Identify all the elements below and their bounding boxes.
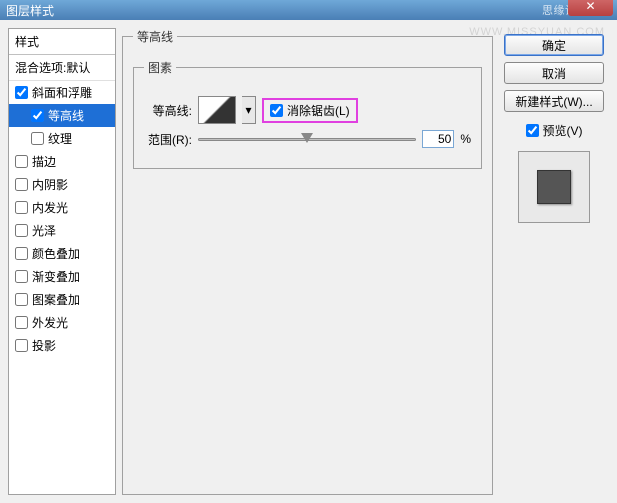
dialog-body: 样式 混合选项:默认 斜面和浮雕等高线纹理描边内阴影内发光光泽颜色叠加渐变叠加图… [0, 20, 617, 503]
settings-panel: 等高线 图素 等高线: ▾ 消除锯齿(L) 范围(R): [122, 28, 493, 495]
layer-style-dialog: 图层样式 思缘设计论坛 ✕ WWW.MISSYUAN.COM 样式 混合选项:默… [0, 0, 617, 503]
style-item-3[interactable]: 描边 [9, 150, 115, 173]
style-label: 图案叠加 [32, 291, 80, 308]
style-item-0[interactable]: 斜面和浮雕 [9, 81, 115, 104]
contour-label: 等高线: [144, 102, 192, 119]
style-checkbox[interactable] [15, 178, 28, 191]
antialias-label: 消除锯齿(L) [287, 102, 350, 119]
style-label: 光泽 [32, 222, 56, 239]
style-checkbox[interactable] [15, 86, 28, 99]
style-checkbox[interactable] [15, 224, 28, 237]
style-item-11[interactable]: 投影 [9, 334, 115, 357]
style-checkbox[interactable] [15, 155, 28, 168]
style-label: 等高线 [48, 107, 84, 124]
range-value-bg [422, 130, 454, 148]
style-label: 外发光 [32, 314, 68, 331]
style-label: 描边 [32, 153, 56, 170]
style-label: 斜面和浮雕 [32, 84, 92, 101]
contour-legend: 等高线 [133, 28, 177, 45]
style-label: 纹理 [48, 130, 72, 147]
titlebar[interactable]: 图层样式 思缘设计论坛 ✕ [0, 0, 617, 20]
style-checkbox[interactable] [15, 247, 28, 260]
contour-dropdown[interactable]: ▾ [242, 96, 256, 124]
style-item-7[interactable]: 颜色叠加 [9, 242, 115, 265]
style-item-5[interactable]: 内发光 [9, 196, 115, 219]
preview-swatch [537, 170, 571, 204]
range-slider[interactable] [198, 138, 416, 141]
contour-picker[interactable] [198, 96, 236, 124]
preview-checkbox[interactable] [526, 124, 539, 137]
blending-options[interactable]: 混合选项:默认 [9, 55, 115, 81]
range-input[interactable] [422, 130, 454, 148]
preview-label: 预览(V) [543, 122, 583, 139]
style-checkbox[interactable] [15, 270, 28, 283]
range-unit: % [460, 132, 471, 146]
style-checkbox[interactable] [15, 293, 28, 306]
close-button[interactable]: ✕ [568, 0, 613, 16]
styles-header[interactable]: 样式 [9, 29, 115, 55]
style-item-1[interactable]: 等高线 [9, 104, 115, 127]
style-item-6[interactable]: 光泽 [9, 219, 115, 242]
new-style-button[interactable]: 新建样式(W)... [504, 90, 604, 112]
style-item-4[interactable]: 内阴影 [9, 173, 115, 196]
elements-legend: 图素 [144, 59, 176, 76]
preview-row: 预览(V) [526, 122, 583, 139]
style-item-10[interactable]: 外发光 [9, 311, 115, 334]
dialog-title: 图层样式 [6, 2, 54, 19]
styles-panel: 样式 混合选项:默认 斜面和浮雕等高线纹理描边内阴影内发光光泽颜色叠加渐变叠加图… [8, 28, 116, 495]
range-slider-thumb[interactable] [301, 133, 313, 143]
style-list: 斜面和浮雕等高线纹理描边内阴影内发光光泽颜色叠加渐变叠加图案叠加外发光投影 [9, 81, 115, 357]
style-checkbox[interactable] [31, 109, 44, 122]
ok-button[interactable]: 确定 [504, 34, 604, 56]
style-item-8[interactable]: 渐变叠加 [9, 265, 115, 288]
antialias-checkbox[interactable] [270, 104, 283, 117]
cancel-button[interactable]: 取消 [504, 62, 604, 84]
style-checkbox[interactable] [31, 132, 44, 145]
style-item-9[interactable]: 图案叠加 [9, 288, 115, 311]
style-item-2[interactable]: 纹理 [9, 127, 115, 150]
style-label: 内发光 [32, 199, 68, 216]
style-label: 渐变叠加 [32, 268, 80, 285]
elements-group: 图素 等高线: ▾ 消除锯齿(L) 范围(R): [133, 59, 482, 169]
style-label: 颜色叠加 [32, 245, 80, 262]
style-checkbox[interactable] [15, 201, 28, 214]
style-label: 投影 [32, 337, 56, 354]
style-label: 内阴影 [32, 176, 68, 193]
range-label: 范围(R): [144, 131, 192, 148]
style-checkbox[interactable] [15, 316, 28, 329]
contour-row: 等高线: ▾ 消除锯齿(L) [144, 96, 471, 124]
action-panel: 确定 取消 新建样式(W)... 预览(V) [499, 28, 609, 495]
contour-group: 等高线 图素 等高线: ▾ 消除锯齿(L) 范围(R): [122, 28, 493, 495]
preview-box [518, 151, 590, 223]
range-row: 范围(R): % [144, 130, 471, 148]
style-checkbox[interactable] [15, 339, 28, 352]
antialias-highlight: 消除锯齿(L) [262, 98, 358, 123]
